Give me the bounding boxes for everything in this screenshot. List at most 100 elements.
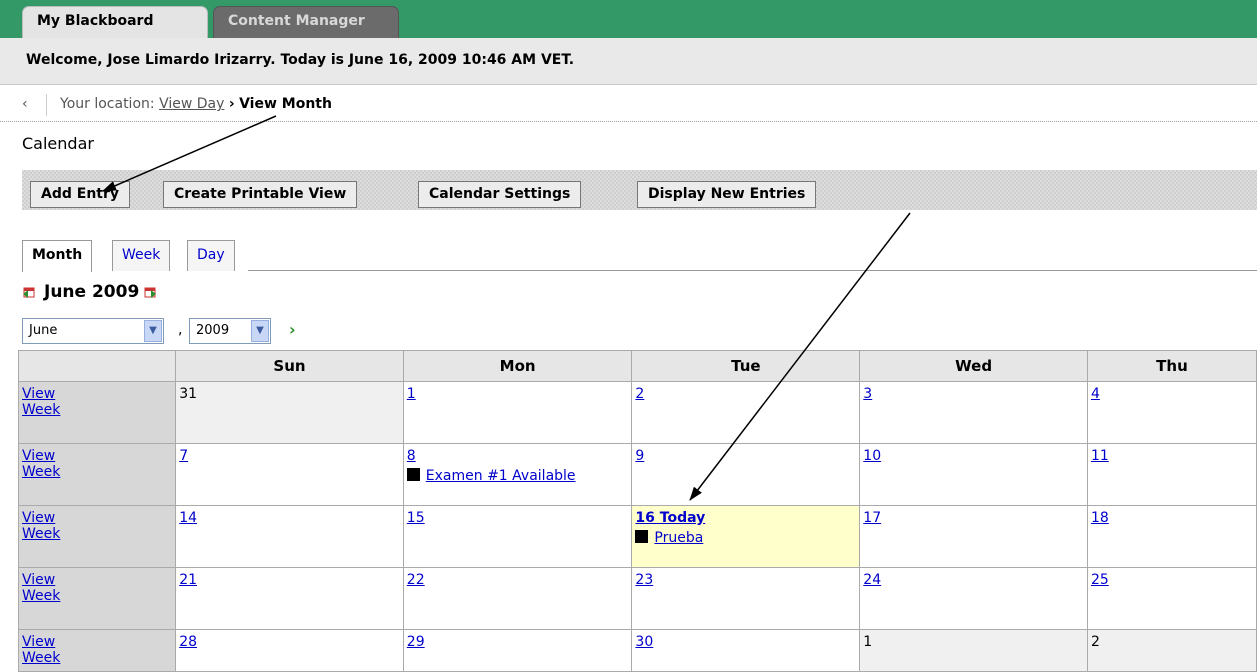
day-cell: 11 (1086, 443, 1257, 506)
day-cell: 21 (175, 567, 404, 630)
day-number-link[interactable]: 4 (1091, 386, 1253, 402)
create-printable-view-button[interactable]: Create Printable View (163, 181, 358, 208)
header-wed: Wed (859, 350, 1088, 382)
year-select-value: 2009 (196, 323, 230, 338)
day-cell: 14 (175, 505, 404, 568)
day-number-link[interactable]: 8 (407, 448, 629, 464)
breadcrumb-divider (46, 94, 47, 116)
header-thu: Thu (1086, 350, 1257, 382)
event-marker-icon (635, 530, 649, 543)
week-cell: View Week (17, 381, 177, 444)
week-cell: View Week (17, 567, 177, 630)
year-select[interactable]: 2009 ▼ (189, 318, 271, 344)
welcome-message: Welcome, Jose Limardo Irizarry. Today is… (0, 38, 1257, 85)
week-cell: View Week (17, 629, 177, 672)
day-number-link[interactable]: 2 (635, 386, 856, 402)
day-number-link[interactable]: 22 (407, 572, 629, 588)
day-number: 31 (179, 386, 198, 402)
day-number-link[interactable]: 28 (179, 634, 400, 650)
view-week-link[interactable]: View Week (22, 510, 60, 542)
day-number-link[interactable]: 30 (635, 634, 856, 650)
today-day-link[interactable]: 16 Today (635, 510, 856, 526)
action-bar: Add Entry Create Printable View Calendar… (22, 170, 1257, 210)
next-month-icon[interactable] (143, 285, 157, 299)
month-select[interactable]: June ▼ (22, 318, 164, 344)
breadcrumb-prefix: Your location: (60, 96, 155, 112)
display-new-entries-button[interactable]: Display New Entries (637, 181, 817, 208)
day-cell: 10 (859, 443, 1088, 506)
tab-week-label: Week (122, 247, 161, 263)
day-cell: 24 (859, 567, 1088, 630)
day-cell: 8 Examen #1 Available (402, 443, 633, 506)
tab-week[interactable]: Week (112, 240, 171, 271)
calendar-settings-button[interactable]: Calendar Settings (418, 181, 582, 208)
top-tab-bar: My Blackboard Content Manager (0, 0, 1257, 38)
day-number-link[interactable]: 15 (407, 510, 629, 526)
day-cell: 3 (859, 381, 1088, 444)
view-week-link[interactable]: View Week (22, 572, 60, 604)
chevron-down-icon[interactable]: ▼ (251, 320, 269, 342)
tab-content-manager[interactable]: Content Manager (213, 6, 399, 38)
day-number: 2 (1090, 634, 1100, 650)
day-number-link[interactable]: 9 (635, 448, 856, 464)
day-cell: 23 (631, 567, 861, 630)
event-title-link[interactable]: Prueba (654, 530, 703, 546)
header-sun: Sun (175, 350, 404, 382)
day-number-link[interactable]: 29 (407, 634, 629, 650)
tab-my-blackboard[interactable]: My Blackboard (22, 6, 208, 38)
day-number-link[interactable]: 17 (863, 510, 1084, 526)
calendar-grid: Sun Mon Tue Wed Thu View Week 31 1 2 3 4 View We… (17, 350, 1257, 672)
breadcrumb-current: View Month (239, 96, 332, 112)
back-arrow-icon[interactable]: ‹ (22, 96, 28, 112)
breadcrumb: ‹ Your location: View Day › View Month (0, 90, 1257, 122)
day-cell: 2 (1086, 629, 1257, 672)
day-number-link[interactable]: 14 (179, 510, 400, 526)
day-number-link[interactable]: 1 (407, 386, 629, 402)
view-week-link[interactable]: View Week (22, 386, 60, 418)
day-cell: 22 (402, 567, 633, 630)
day-number-link[interactable]: 25 (1091, 572, 1253, 588)
day-number-link[interactable]: 11 (1091, 448, 1253, 464)
previous-month-icon[interactable] (22, 285, 36, 299)
day-cell: 29 (402, 629, 633, 672)
event-title-link[interactable]: Examen #1 Available (426, 468, 576, 484)
tab-day[interactable]: Day (187, 240, 235, 271)
day-cell: 1 (859, 629, 1088, 672)
day-number-link[interactable]: 23 (635, 572, 856, 588)
breadcrumb-link-view-day[interactable]: View Day (159, 96, 224, 112)
week-cell: View Week (17, 443, 177, 506)
day-cell: 15 (402, 505, 633, 568)
month-heading: June 2009 (22, 282, 161, 302)
view-week-link[interactable]: View Week (22, 448, 60, 480)
calendar-week-row: View Week 7 8 Examen #1 Available 9 10 11 (17, 443, 1257, 506)
day-cell: 9 (631, 443, 861, 506)
day-cell: 1 (402, 381, 633, 444)
calendar-week-row: View Week 31 1 2 3 4 (17, 381, 1257, 444)
breadcrumb-separator: › (228, 96, 235, 112)
header-week-col (17, 350, 177, 382)
calendar-week-row: View Week 28 29 30 1 2 (17, 629, 1257, 672)
calendar-week-row: View Week 21 22 23 24 25 (17, 567, 1257, 630)
calendar-event[interactable]: Prueba (635, 530, 856, 546)
month-select-value: June (29, 323, 58, 338)
day-number-link[interactable]: 18 (1091, 510, 1253, 526)
chevron-down-icon[interactable]: ▼ (144, 320, 162, 342)
day-number: 1 (863, 634, 873, 650)
day-number-link[interactable]: 24 (863, 572, 1084, 588)
day-number-link[interactable]: 7 (179, 448, 400, 464)
tab-month[interactable]: Month (22, 240, 93, 272)
page-title: Calendar (22, 134, 94, 153)
event-marker-icon (406, 468, 420, 481)
calendar-header-row: Sun Mon Tue Wed Thu (17, 350, 1257, 382)
add-entry-button[interactable]: Add Entry (30, 181, 131, 208)
day-cell: 7 (175, 443, 404, 506)
day-cell: 17 (859, 505, 1088, 568)
breadcrumb-trail: Your location: View Day › View Month (60, 96, 332, 112)
go-arrow-icon[interactable]: › (289, 320, 296, 339)
day-number-link[interactable]: 3 (863, 386, 1084, 402)
day-number-link[interactable]: 21 (179, 572, 400, 588)
view-week-link[interactable]: View Week (22, 634, 60, 666)
calendar-event[interactable]: Examen #1 Available (406, 468, 629, 484)
day-number-link[interactable]: 10 (863, 448, 1084, 464)
day-cell: 31 (175, 381, 404, 444)
